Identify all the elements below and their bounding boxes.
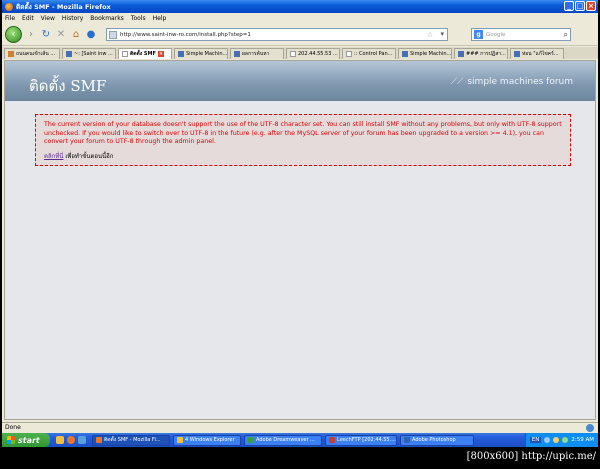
tray-app-icon[interactable] <box>562 437 569 443</box>
start-button[interactable]: start <box>2 433 50 447</box>
desktop-screen: ติดตั้ง SMF - Mozilla Firefox _ □ × File… <box>2 0 598 447</box>
menu-help[interactable]: Help <box>153 15 167 22</box>
addon-icon[interactable]: ● <box>85 29 97 41</box>
retry-line: คลิกที่นี่ เพื่อทำขั้นตอนนี้อีก <box>44 151 562 161</box>
navigation-toolbar: ‹ › ↻ ✕ ⌂ ● http://www.saint-inw-ro.com/… <box>2 24 598 46</box>
windows-logo-icon <box>7 436 15 444</box>
clock[interactable]: 2:59 AM <box>571 437 594 443</box>
tab-favicon-icon <box>178 50 184 57</box>
watermark: [800x600] http://upic.me/ <box>466 451 596 462</box>
back-button[interactable]: ‹ <box>5 26 22 43</box>
close-button[interactable]: × <box>586 1 596 11</box>
tab-favicon-icon <box>290 50 296 57</box>
url-bar[interactable]: http://www.saint-inw-ro.com/install.php?… <box>106 28 448 41</box>
taskbar-button-explorer[interactable]: 4 Windows Explorer <box>173 434 241 446</box>
tab-2[interactable]: ~: [Saint inw ... <box>62 47 116 59</box>
url-text: http://www.saint-inw-ro.com/install.php?… <box>120 31 251 38</box>
window-title-bar[interactable]: ติดตั้ง SMF - Mozilla Firefox _ □ × <box>2 0 598 13</box>
taskbar-button-dreamweaver[interactable]: Adobe Dreamweaver ... <box>244 434 322 446</box>
tray-volume-icon[interactable] <box>553 437 560 443</box>
tab-1[interactable]: ถนนคนเข้าเส้น ... <box>4 47 60 59</box>
status-addon-icon[interactable] <box>586 424 594 432</box>
error-message: The current version of your database doe… <box>44 121 562 145</box>
tab-bar: ถนนคนเข้าเส้น ... ~: [Saint inw ... ติดต… <box>2 47 598 59</box>
tab-favicon-icon <box>8 50 14 57</box>
tab-favicon-icon <box>122 50 128 57</box>
search-placeholder: Google <box>486 31 506 38</box>
site-identity-icon[interactable] <box>109 30 117 39</box>
tab-favicon-icon <box>66 50 72 57</box>
tab-favicon-icon <box>402 50 408 57</box>
taskbar: start ติดตั้ง SMF - Mozilla Fi... 4 Wind… <box>2 433 598 447</box>
status-text: Done <box>5 424 21 431</box>
maximize-button[interactable]: □ <box>575 1 585 11</box>
minimize-button[interactable]: _ <box>564 1 574 11</box>
menu-history[interactable]: History <box>62 15 83 22</box>
window-title: ติดตั้ง SMF - Mozilla Firefox <box>16 2 111 11</box>
taskbar-button-firefox[interactable]: ติดตั้ง SMF - Mozilla Fi... <box>92 434 170 446</box>
system-tray: EN 2:59 AM <box>524 433 598 447</box>
forward-icon[interactable]: › <box>25 29 37 41</box>
tab-close-icon[interactable]: × <box>157 50 164 57</box>
tab-9[interactable]: ### การปฏิสา... <box>454 47 508 59</box>
firefox-icon <box>96 437 102 443</box>
folder-icon <box>177 437 183 443</box>
quicklaunch-media-icon[interactable] <box>78 436 86 444</box>
quicklaunch-explorer-icon[interactable] <box>56 436 64 444</box>
page-content: ติดตั้ง SMF ⟋⟋ simple machines forum The… <box>4 60 596 420</box>
quicklaunch-firefox-icon[interactable] <box>67 436 75 444</box>
tab-7[interactable]: :: Control Pan... <box>342 47 396 59</box>
error-box: The current version of your database doe… <box>35 114 571 166</box>
tab-favicon-icon <box>346 50 352 57</box>
dreamweaver-icon <box>248 437 254 443</box>
stop-icon[interactable]: ✕ <box>55 29 67 41</box>
photoshop-icon <box>404 437 410 443</box>
retry-text: เพื่อทำขั้นตอนนี้อีก <box>65 152 114 160</box>
search-input[interactable]: g Google ⌕ <box>471 28 571 41</box>
bookmark-star-icon[interactable]: ☆ <box>427 31 433 39</box>
smf-logo-text: simple machines forum <box>467 77 573 87</box>
smf-header: ติดตั้ง SMF ⟋⟋ simple machines forum <box>5 61 595 101</box>
quick-launch <box>56 436 86 444</box>
tab-5[interactable]: ผลการค้นหา <box>230 47 284 59</box>
page-title: ติดตั้ง SMF <box>29 77 107 95</box>
menu-edit[interactable]: Edit <box>22 15 34 22</box>
menu-view[interactable]: View <box>41 15 55 22</box>
firefox-icon <box>5 2 13 11</box>
language-indicator[interactable]: EN <box>529 437 542 443</box>
menu-bar: File Edit View History Bookmarks Tools H… <box>2 13 598 24</box>
smf-logo-icon: ⟋⟋ <box>450 77 464 87</box>
reload-icon[interactable]: ↻ <box>40 29 52 41</box>
tab-active[interactable]: ติดตั้ง SMF × <box>118 47 172 59</box>
taskbar-button-photoshop[interactable]: Adobe Photoshop <box>400 434 474 446</box>
tab-6[interactable]: 202.44.55.53 ... <box>286 47 340 59</box>
taskbar-button-leechftp[interactable]: LeechFTP [202.44.55.... <box>325 434 397 446</box>
tab-8[interactable]: Simple Machin... <box>398 47 452 59</box>
menu-bookmarks[interactable]: Bookmarks <box>90 15 124 22</box>
leechftp-icon <box>329 437 335 443</box>
tab-4[interactable]: Simple Machin... <box>174 47 228 59</box>
smf-logo: ⟋⟋ simple machines forum <box>451 77 573 87</box>
google-engine-icon[interactable]: g <box>474 30 483 39</box>
home-icon[interactable]: ⌂ <box>70 29 82 41</box>
tab-favicon-icon <box>234 50 240 57</box>
retry-link[interactable]: คลิกที่นี่ <box>44 153 63 160</box>
status-bar: Done <box>2 422 598 433</box>
url-dropdown-icon[interactable]: ▾ <box>440 30 444 38</box>
menu-file[interactable]: File <box>5 15 15 22</box>
tab-10[interactable]: ห่อน "แก้ไขคร์... <box>510 47 564 59</box>
menu-tools[interactable]: Tools <box>131 15 146 22</box>
search-icon[interactable]: ⌕ <box>564 30 568 40</box>
tab-favicon-icon <box>514 50 520 57</box>
tab-favicon-icon <box>458 50 464 57</box>
tray-network-icon[interactable] <box>544 437 551 443</box>
